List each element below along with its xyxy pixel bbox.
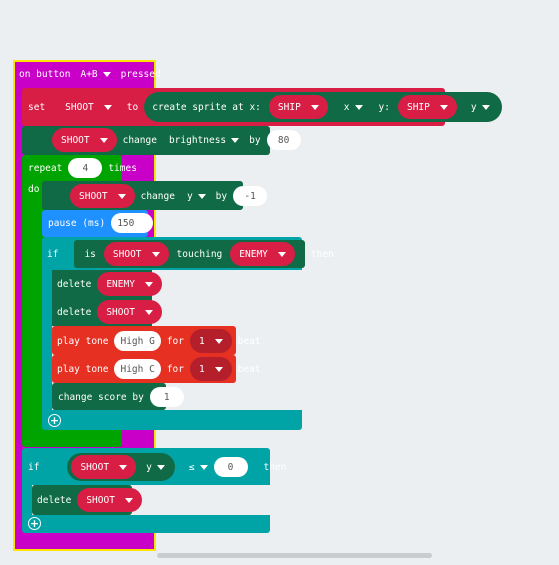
- note-field[interactable]: High C: [114, 359, 161, 379]
- brightness-value[interactable]: 80: [266, 130, 301, 150]
- change-label: change: [140, 190, 175, 202]
- beats-dropdown[interactable]: 1: [189, 329, 232, 353]
- x-prop-dropdown[interactable]: x: [344, 102, 363, 113]
- for-label: for: [166, 363, 184, 375]
- kind-dropdown[interactable]: ENEMY: [230, 242, 295, 266]
- compare-value[interactable]: 0: [213, 457, 248, 477]
- is-label: is: [84, 248, 96, 260]
- delete-label: delete: [57, 306, 92, 318]
- then-label: then: [310, 248, 334, 260]
- move-value[interactable]: -1: [233, 186, 268, 206]
- beat-label: beat: [237, 335, 261, 347]
- note-field[interactable]: High G: [114, 331, 161, 351]
- add-else-icon[interactable]: +: [48, 414, 61, 427]
- button-dropdown[interactable]: A+B: [80, 69, 110, 80]
- y-prop-dropdown[interactable]: y: [471, 102, 490, 113]
- delete-target-dropdown[interactable]: ENEMY: [97, 272, 162, 296]
- times-label: times: [108, 162, 137, 174]
- add-else-icon[interactable]: +: [28, 517, 41, 530]
- beats-dropdown[interactable]: 1: [189, 357, 232, 381]
- operator-dropdown[interactable]: ≤: [189, 462, 208, 473]
- sprite-dropdown[interactable]: SHOOT: [71, 455, 137, 479]
- create-sprite-label: create sprite at x:: [152, 101, 261, 113]
- repeat-label: repeat: [28, 162, 63, 174]
- property-dropdown[interactable]: y: [146, 462, 165, 473]
- variable-dropdown[interactable]: SHOOT: [56, 95, 121, 119]
- score-value[interactable]: 1: [149, 387, 184, 407]
- sprite-property-block[interactable]: SHOOT y: [67, 453, 175, 481]
- delete-label: delete: [37, 494, 72, 506]
- create-sprite-block[interactable]: create sprite at x: SHIP x y: SHIP y: [144, 92, 502, 122]
- play-tone-label: play tone: [57, 363, 109, 375]
- beat-label: beat: [237, 363, 261, 375]
- ship-x-dropdown[interactable]: SHIP: [268, 95, 328, 119]
- pause-label: pause (ms): [48, 217, 106, 229]
- do-label: do: [28, 184, 40, 195]
- touching-label: touching: [176, 248, 223, 260]
- is-touching-block[interactable]: is SHOOT touching ENEMY: [74, 240, 305, 268]
- horizontal-scrollbar[interactable]: [157, 553, 432, 558]
- for-label: for: [166, 335, 184, 347]
- change-label: change: [122, 134, 157, 146]
- sprite-dropdown[interactable]: SHOOT: [52, 128, 117, 152]
- delete-label: delete: [57, 278, 92, 290]
- by-label: by: [249, 134, 261, 146]
- on-button-label: on button: [19, 68, 71, 80]
- set-label: set: [28, 101, 46, 113]
- delete-target-dropdown[interactable]: SHOOT: [77, 488, 142, 512]
- by-label: by: [215, 190, 228, 202]
- sprite-dropdown[interactable]: SHOOT: [70, 184, 135, 208]
- if-label: if: [47, 248, 59, 260]
- if-label: if: [28, 461, 40, 473]
- change-score-label: change score by: [58, 391, 144, 403]
- delete-target-dropdown[interactable]: SHOOT: [97, 300, 162, 324]
- sprite-dropdown[interactable]: SHOOT: [103, 242, 169, 266]
- play-tone-label: play tone: [57, 335, 109, 347]
- to-label: to: [126, 101, 139, 113]
- brightness-dropdown[interactable]: brightness: [169, 135, 239, 146]
- y-dropdown[interactable]: y: [187, 191, 206, 202]
- pause-value[interactable]: 150: [111, 213, 154, 233]
- y-label: y:: [378, 101, 390, 113]
- then-label: then: [263, 461, 287, 473]
- pressed-label: pressed: [120, 68, 161, 80]
- repeat-count[interactable]: 4: [68, 158, 103, 178]
- ship-y-dropdown[interactable]: SHIP: [397, 95, 457, 119]
